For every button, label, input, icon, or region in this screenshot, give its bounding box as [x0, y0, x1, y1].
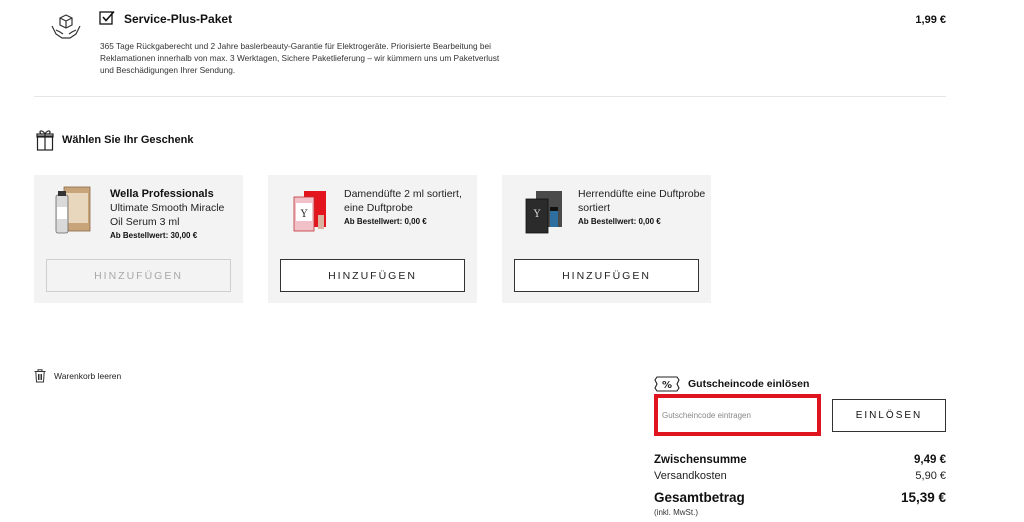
gift-card-men-fragrance: Y Herrendüfte eine Duftprobe sortiert Ab…	[502, 175, 711, 303]
gift-min-order: Ab Bestellwert: 0,00 €	[344, 217, 427, 226]
gift-min-order: Ab Bestellwert: 0,00 €	[578, 217, 661, 226]
add-gift-button[interactable]: HINZUFÜGEN	[280, 259, 465, 292]
coupon-code-input[interactable]	[658, 398, 817, 432]
service-plus-description: 365 Tage Rückgaberecht und 2 Jahre basle…	[100, 41, 500, 75]
gift-card-women-fragrance: Y Damendüfte 2 ml sortiert, eine Duftpro…	[268, 175, 477, 303]
coupon-field-highlight	[654, 394, 821, 436]
gift-name: Damendüfte 2 ml sortiert, eine Duftprobe	[344, 188, 462, 214]
service-plus-price: 1,99 €	[915, 14, 946, 26]
gift-section-title: Wählen Sie Ihr Geschenk	[62, 134, 194, 146]
redeem-coupon-button[interactable]: EINLÖSEN	[832, 399, 946, 432]
gift-brand: Wella Professionals	[110, 188, 214, 200]
subtotal-row: Zwischensumme 9,49 €	[654, 454, 946, 466]
total-label: Gesamtbetrag	[654, 490, 745, 505]
gift-card-wella: Wella Professionals Ultimate Smooth Mira…	[34, 175, 243, 303]
total-row: Gesamtbetrag 15,39 €	[654, 490, 946, 505]
subtotal-value: 9,49 €	[914, 454, 946, 466]
total-value: 15,39 €	[900, 490, 946, 505]
gift-name: Herrendüfte eine Duftprobe sortiert	[578, 188, 706, 214]
women-fragrance-image: Y	[282, 185, 332, 241]
svg-text:Y: Y	[533, 209, 541, 220]
service-plus-title: Service-Plus-Paket	[124, 12, 233, 26]
divider	[34, 96, 946, 97]
add-gift-button[interactable]: HINZUFÜGEN	[514, 259, 699, 292]
percent-ticket-icon: %	[654, 376, 680, 392]
add-gift-button[interactable]: HINZUFÜGEN	[46, 259, 231, 292]
gift-min-order: Ab Bestellwert: 30,00 €	[110, 231, 198, 240]
wella-oil-serum-image	[48, 185, 98, 241]
subtotal-label: Zwischensumme	[654, 454, 747, 466]
gift-name: Ultimate Smooth Miracle Oil Serum 3 ml	[110, 202, 225, 228]
clear-cart-link[interactable]: Warenkorb leeren	[54, 371, 121, 381]
men-fragrance-image: Y	[516, 185, 566, 241]
svg-text:Y: Y	[300, 209, 308, 220]
coupon-title: Gutscheincode einlösen	[688, 378, 810, 390]
vat-note: (inkl. MwSt.)	[654, 508, 698, 517]
svg-text:%: %	[662, 380, 672, 391]
shipping-label: Versandkosten	[654, 470, 727, 482]
service-plus-checkbox[interactable]	[99, 10, 115, 26]
gift-icon	[36, 128, 54, 152]
shipping-row: Versandkosten 5,90 €	[654, 470, 946, 482]
shipping-value: 5,90 €	[915, 470, 946, 482]
trash-icon[interactable]	[34, 369, 46, 383]
box-hands-icon	[50, 12, 82, 42]
